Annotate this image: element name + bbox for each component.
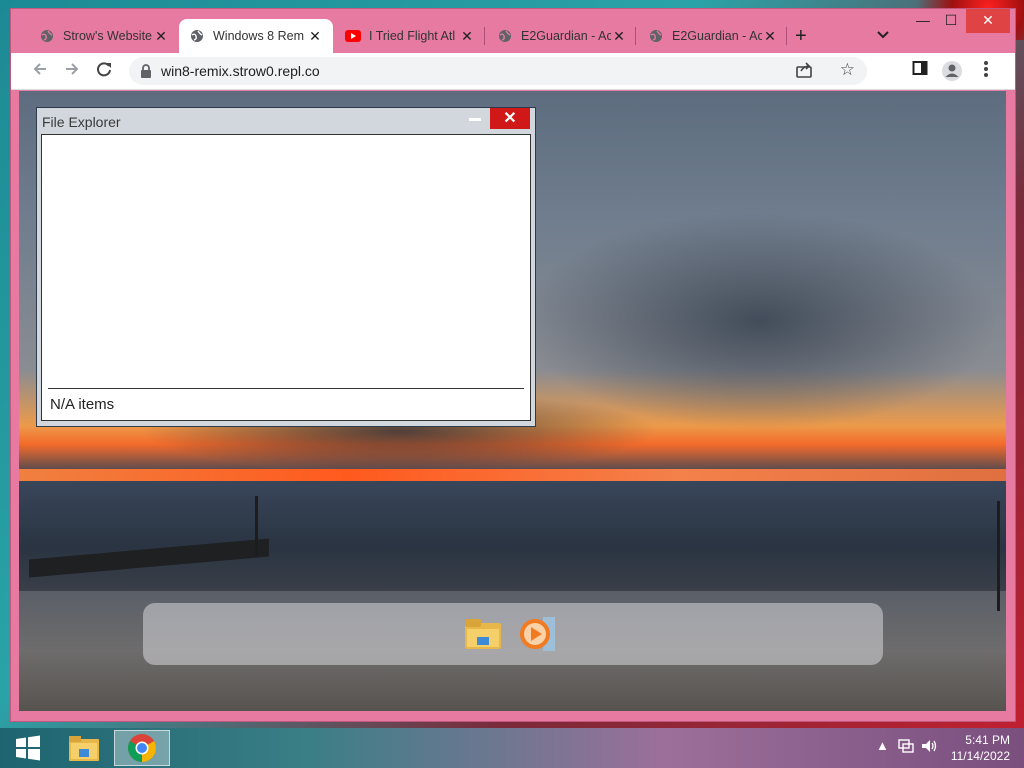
window-title: File Explorer <box>42 114 121 130</box>
volume-icon[interactable] <box>920 738 938 757</box>
status-bar-text: N/A items <box>50 396 115 413</box>
file-explorer-icon[interactable] <box>56 730 112 766</box>
network-icon[interactable] <box>898 738 914 757</box>
address-bar[interactable]: win8-remix.strow0.repl.co ☆ <box>129 57 867 85</box>
globe-icon <box>39 28 55 44</box>
chrome-icon[interactable] <box>114 730 170 766</box>
show-hidden-icons-chevron-icon[interactable]: ▲ <box>876 738 889 753</box>
tab-close-icon[interactable]: ✕ <box>153 28 169 44</box>
file-explorer-window[interactable]: File Explorer ✕ N/A items <box>36 107 536 427</box>
status-divider <box>48 388 524 389</box>
tab-windows-8-remix[interactable]: Windows 8 Rem ✕ <box>179 19 333 53</box>
minimize-button[interactable] <box>469 118 481 121</box>
url-text: win8-remix.strow0.repl.co <box>161 63 320 79</box>
folder-icon[interactable] <box>463 615 503 653</box>
globe-icon <box>497 28 513 44</box>
tab-e2guardian-2[interactable]: E2Guardian - Ac ✕ <box>638 19 788 53</box>
tab-title: Strow's Website <box>63 29 152 43</box>
lock-icon[interactable] <box>139 63 155 79</box>
tab-strip: Strow's Website ✕ Windows 8 Rem ✕ I Trie… <box>11 9 1015 53</box>
tab-e2guardian-1[interactable]: E2Guardian - Ac ✕ <box>487 19 637 53</box>
profile-avatar-icon[interactable] <box>941 60 963 82</box>
tab-close-icon[interactable]: ✕ <box>459 28 475 44</box>
tab-title: E2Guardian - Ac <box>521 29 611 43</box>
forward-arrow-icon[interactable] <box>61 60 83 82</box>
browser-toolbar: win8-remix.strow0.repl.co ☆ <box>11 53 1015 90</box>
tab-separator <box>635 27 636 45</box>
clock-time: 5:41 PM <box>965 733 1010 747</box>
media-player-icon[interactable] <box>517 615 557 653</box>
tab-separator <box>484 27 485 45</box>
windows-taskbar: ▲ 5:41 PM 11/14/2022 <box>0 728 1024 768</box>
sunset-horizon <box>19 469 1006 481</box>
maximize-button[interactable]: ☐ <box>935 9 967 33</box>
back-arrow-icon[interactable] <box>29 60 51 82</box>
clock-date: 11/14/2022 <box>950 749 1010 763</box>
tab-title: I Tried Flight Atl <box>369 29 456 43</box>
pier-post <box>997 501 1000 611</box>
pier-post <box>255 496 258 556</box>
tab-close-icon[interactable]: ✕ <box>611 28 627 44</box>
tab-strows-website[interactable]: Strow's Website ✕ <box>29 19 179 53</box>
globe-icon <box>648 28 664 44</box>
globe-icon <box>189 28 205 44</box>
taskbar-clock[interactable]: 5:41 PM 11/14/2022 <box>951 732 1010 764</box>
tab-close-icon[interactable]: ✕ <box>307 28 323 44</box>
share-icon[interactable] <box>795 61 815 81</box>
new-tab-button[interactable]: + <box>795 26 807 46</box>
web-page-viewport: File Explorer ✕ N/A items <box>19 91 1006 711</box>
tab-close-icon[interactable]: ✕ <box>762 28 778 44</box>
tab-i-tried-flight[interactable]: I Tried Flight Atl ✕ <box>335 19 485 53</box>
app-dock <box>143 603 883 665</box>
reload-icon[interactable] <box>93 60 115 82</box>
tab-title: E2Guardian - Ac <box>672 29 762 43</box>
close-button[interactable]: ✕ <box>490 108 530 129</box>
window-close-button[interactable]: ✕ <box>966 9 1010 33</box>
browser-window: Strow's Website ✕ Windows 8 Rem ✕ I Trie… <box>10 8 1016 722</box>
file-explorer-titlebar[interactable]: File Explorer ✕ <box>37 108 535 134</box>
youtube-icon <box>345 28 361 44</box>
bookmark-star-icon[interactable]: ☆ <box>840 60 855 80</box>
tab-separator <box>786 27 787 45</box>
cloud <box>519 211 999 431</box>
side-panel-icon[interactable] <box>909 60 931 82</box>
file-explorer-content[interactable]: N/A items <box>41 134 531 421</box>
tab-title: Windows 8 Rem <box>213 29 304 43</box>
start-button[interactable] <box>0 730 56 766</box>
sea <box>19 481 1006 591</box>
menu-kebab-icon[interactable] <box>975 60 997 82</box>
tab-search-chevron-icon[interactable] <box>877 27 889 42</box>
